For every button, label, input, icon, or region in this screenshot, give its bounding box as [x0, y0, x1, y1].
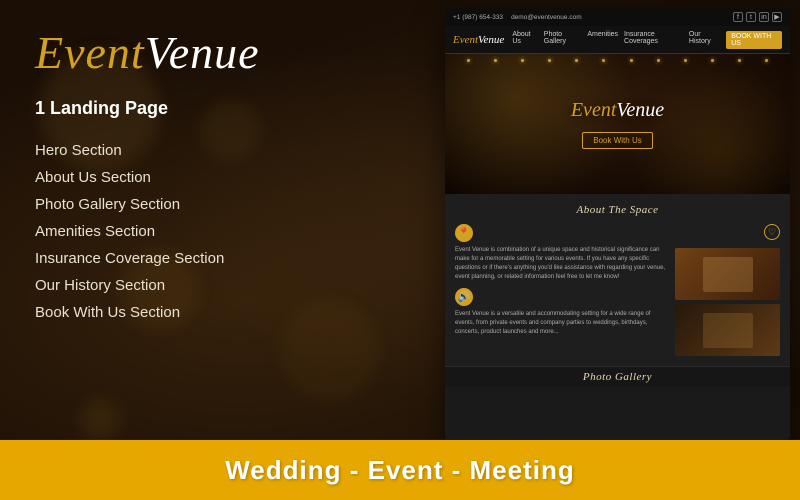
section-hero[interactable]: Hero Section	[35, 137, 395, 164]
logo-event: Event	[35, 27, 145, 78]
heart-icon: ♡	[764, 224, 780, 240]
light-9	[684, 59, 687, 62]
site-email: demo@eventvenue.com	[511, 14, 582, 21]
section-gallery[interactable]: Photo Gallery Section	[35, 191, 395, 218]
nav-insurance[interactable]: Insurance Coverages	[624, 31, 683, 49]
light-12	[765, 59, 768, 62]
section-list: Hero Section About Us Section Photo Gall…	[35, 137, 395, 326]
site-hero-logo: EventVenue	[571, 99, 664, 122]
light-4	[548, 59, 551, 62]
nav-cta-button[interactable]: BOOK WITH US	[726, 31, 782, 49]
logo-text: EventVenue	[35, 30, 395, 76]
about-text-1: Event Venue is combination of a unique s…	[455, 246, 669, 282]
logo-container: EventVenue	[35, 30, 395, 76]
linkedin-icon: in	[759, 12, 769, 22]
nav-gallery[interactable]: Photo Gallery	[544, 31, 582, 49]
twitter-icon: t	[746, 12, 756, 22]
nav-amenities[interactable]: Amenities	[587, 31, 618, 49]
nav-history[interactable]: Our History	[689, 31, 720, 49]
sound-icon: 🔊	[455, 288, 473, 306]
light-6	[602, 59, 605, 62]
about-col-right: ♡	[675, 224, 780, 356]
about-content: 📍 Event Venue is combination of a unique…	[455, 224, 780, 356]
lights-decoration	[445, 59, 790, 62]
site-hero-section: EventVenue Book With Us	[445, 54, 790, 194]
site-topbar: +1 (987) 654-333 demo@eventvenue.com f t…	[445, 8, 790, 26]
section-about[interactable]: About Us Section	[35, 164, 395, 191]
light-2	[494, 59, 497, 62]
site-about-section: About The Space 📍 Event Venue is combina…	[445, 194, 790, 366]
site-nav-logo: EventVenue	[453, 34, 504, 46]
left-panel: EventVenue 1 Landing Page Hero Section A…	[0, 0, 430, 440]
about-title: About The Space	[455, 204, 780, 216]
about-image-top	[675, 248, 780, 300]
light-7	[630, 59, 633, 62]
light-1	[467, 59, 470, 62]
landing-page-label: 1 Landing Page	[35, 98, 395, 119]
section-book[interactable]: Book With Us Section	[35, 299, 395, 326]
light-10	[711, 59, 714, 62]
location-icon: 📍	[455, 224, 473, 242]
website-preview: +1 (987) 654-333 demo@eventvenue.com f t…	[445, 8, 790, 440]
about-image-bottom	[675, 304, 780, 356]
section-amenities[interactable]: Amenities Section	[35, 218, 395, 245]
light-5	[575, 59, 578, 62]
banner-text: Wedding - Event - Meeting	[225, 455, 575, 486]
site-navbar: EventVenue About Us Photo Gallery Amenit…	[445, 26, 790, 54]
site-phone: +1 (987) 654-333	[453, 14, 503, 21]
nav-about[interactable]: About Us	[512, 31, 537, 49]
logo-venue: Venue	[145, 27, 260, 78]
facebook-icon: f	[733, 12, 743, 22]
site-nav-links: About Us Photo Gallery Amenities Insuran…	[512, 31, 782, 49]
light-11	[738, 59, 741, 62]
gallery-title: Photo Gallery	[453, 371, 782, 383]
section-history[interactable]: Our History Section	[35, 272, 395, 299]
about-text-2: Event Venue is a versatile and accommoda…	[455, 310, 669, 337]
youtube-icon: ▶	[772, 12, 782, 22]
bottom-banner: Wedding - Event - Meeting	[0, 440, 800, 500]
site-gallery-section: Photo Gallery	[445, 366, 790, 387]
section-insurance[interactable]: Insurance Coverage Section	[35, 245, 395, 272]
light-3	[521, 59, 524, 62]
light-8	[657, 59, 660, 62]
about-col-left: 📍 Event Venue is combination of a unique…	[455, 224, 669, 356]
hero-logo-venue: Venue	[616, 99, 664, 121]
hero-logo-event: Event	[571, 99, 617, 121]
social-icons: f t in ▶	[733, 12, 782, 22]
hero-cta-button[interactable]: Book With Us	[582, 132, 652, 149]
